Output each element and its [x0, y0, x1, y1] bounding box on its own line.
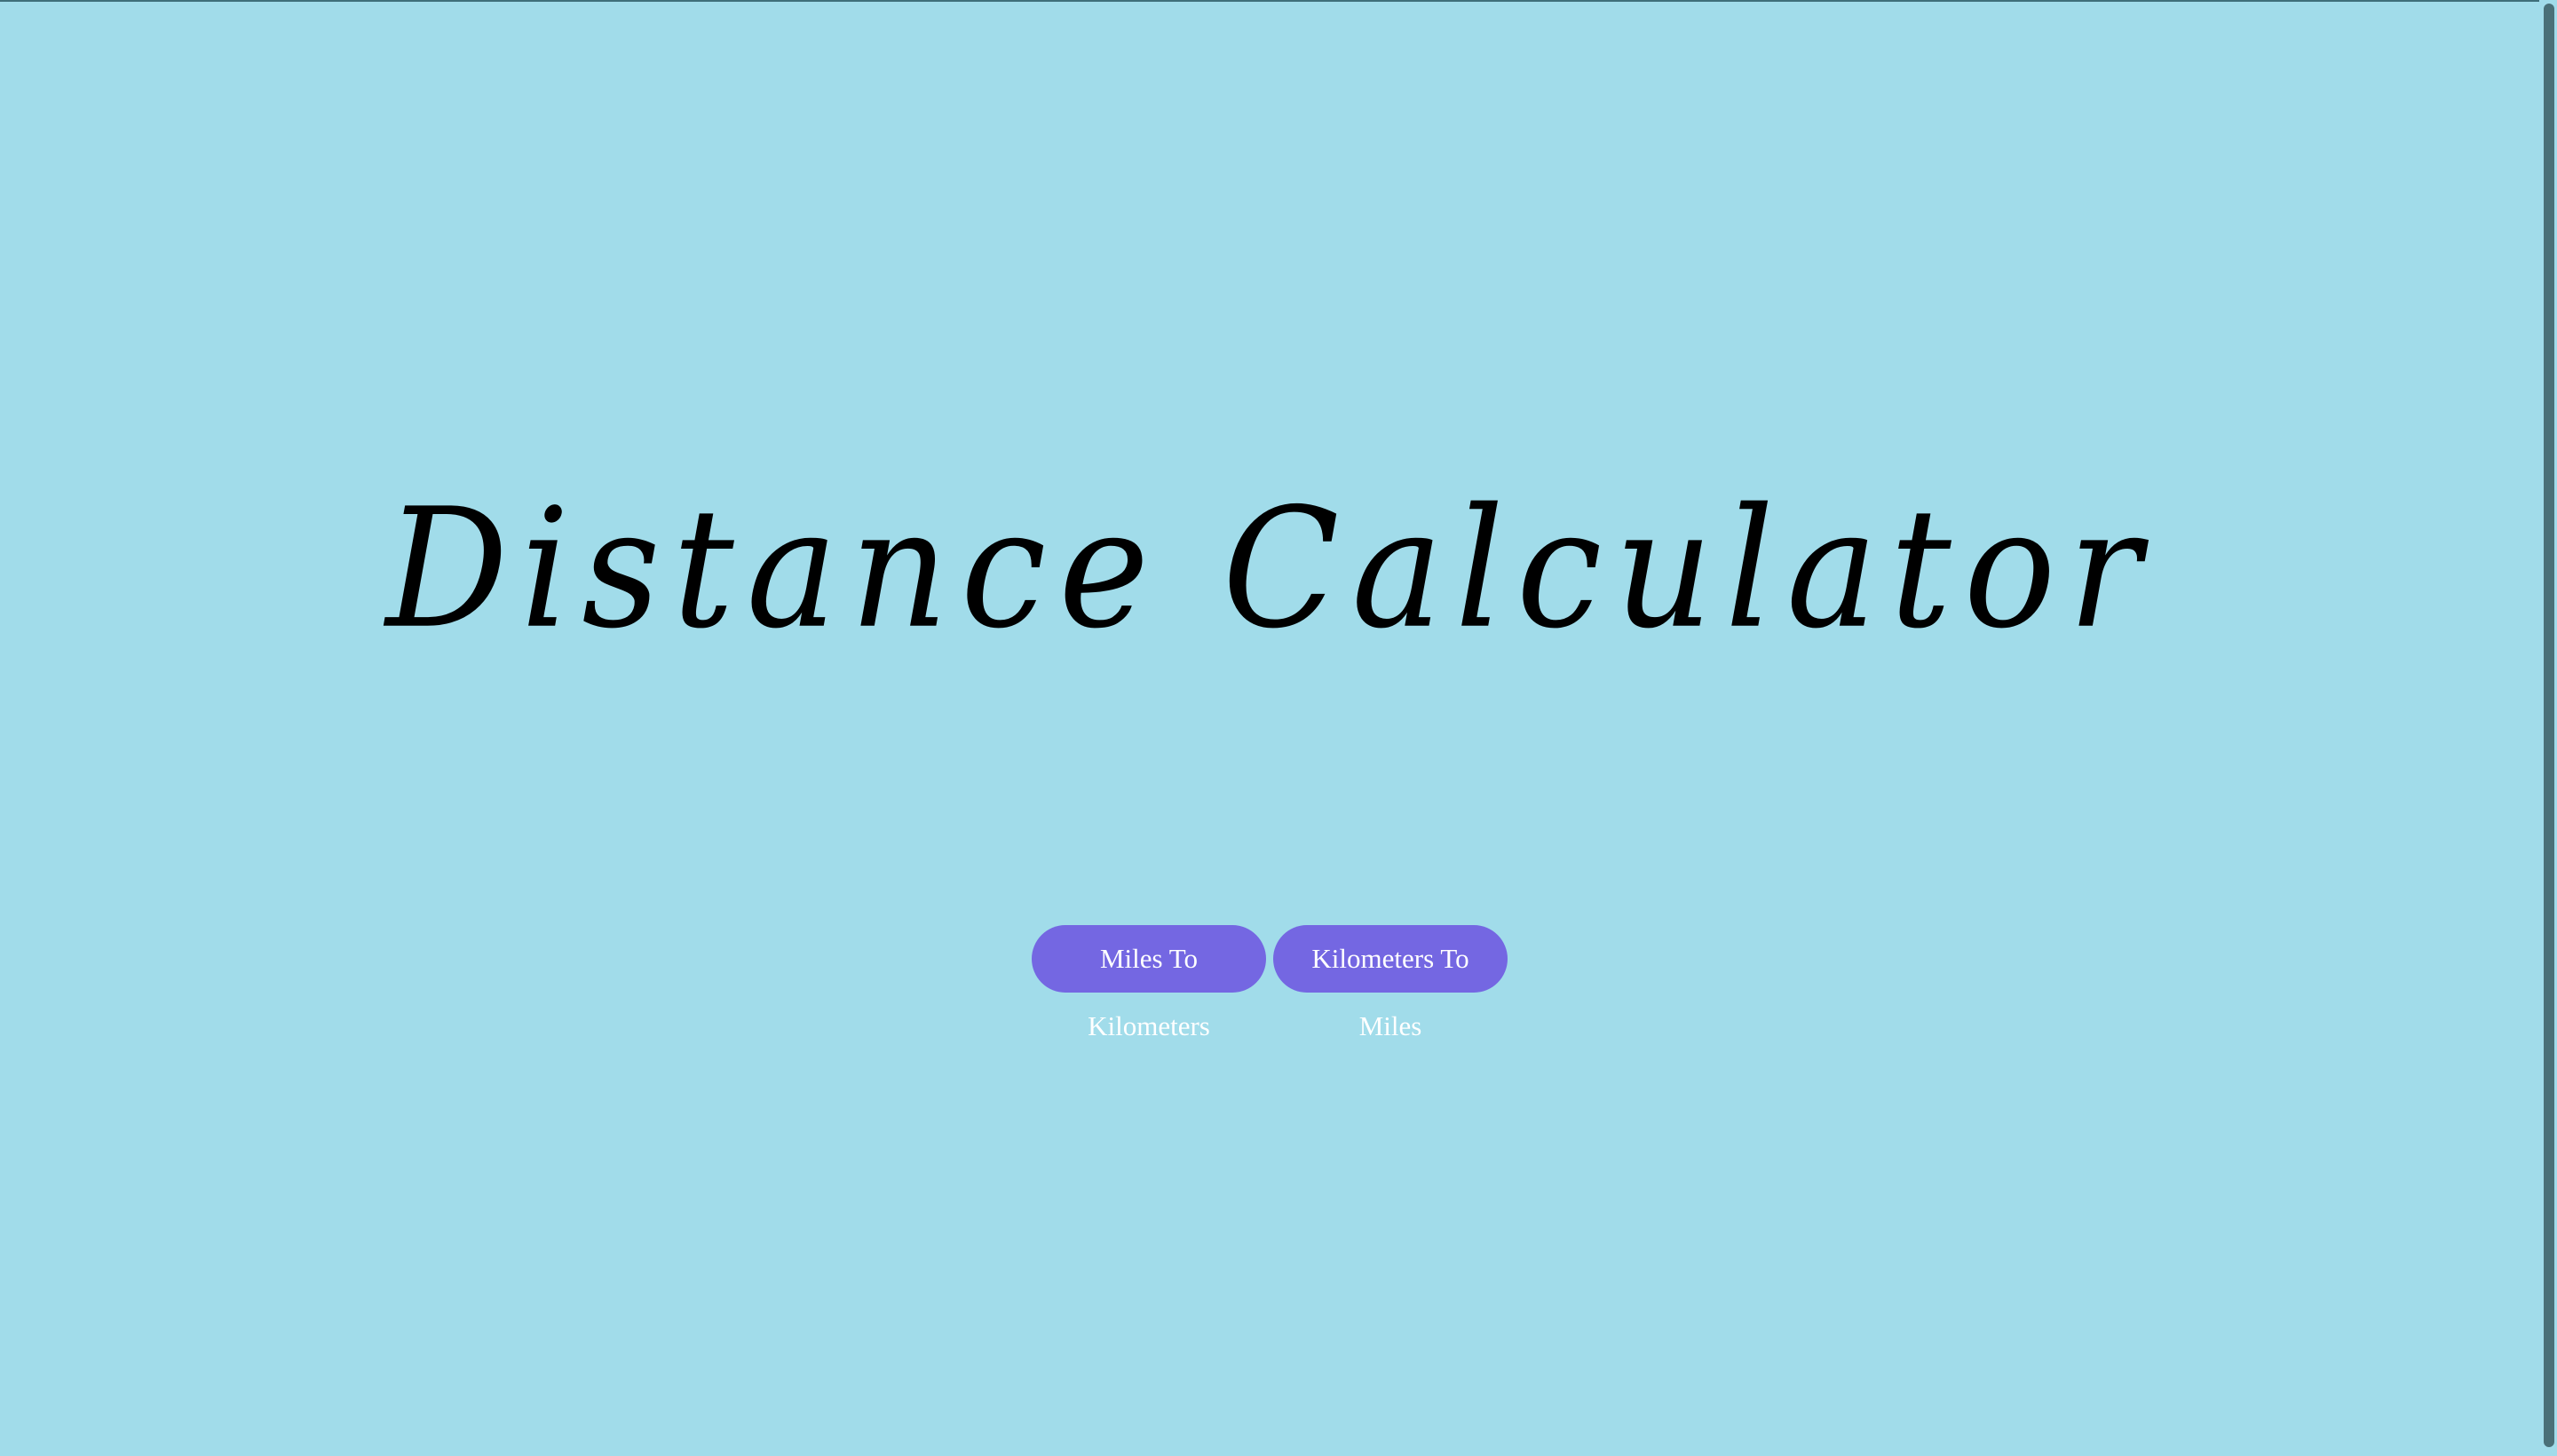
- vertical-scrollbar[interactable]: [2539, 0, 2557, 1456]
- scrollbar-thumb[interactable]: [2544, 4, 2554, 1447]
- kilometers-to-miles-button[interactable]: Kilometers To Miles: [1273, 925, 1508, 1041]
- page-title: Distance Calculator: [385, 471, 2154, 666]
- conversion-button-group: Miles To Kilometers Kilometers To Miles: [0, 925, 2539, 1041]
- miles-to-kilometers-button[interactable]: Miles To Kilometers: [1032, 925, 1266, 1041]
- main-content: Distance Calculator Miles To Kilometers …: [0, 0, 2539, 1456]
